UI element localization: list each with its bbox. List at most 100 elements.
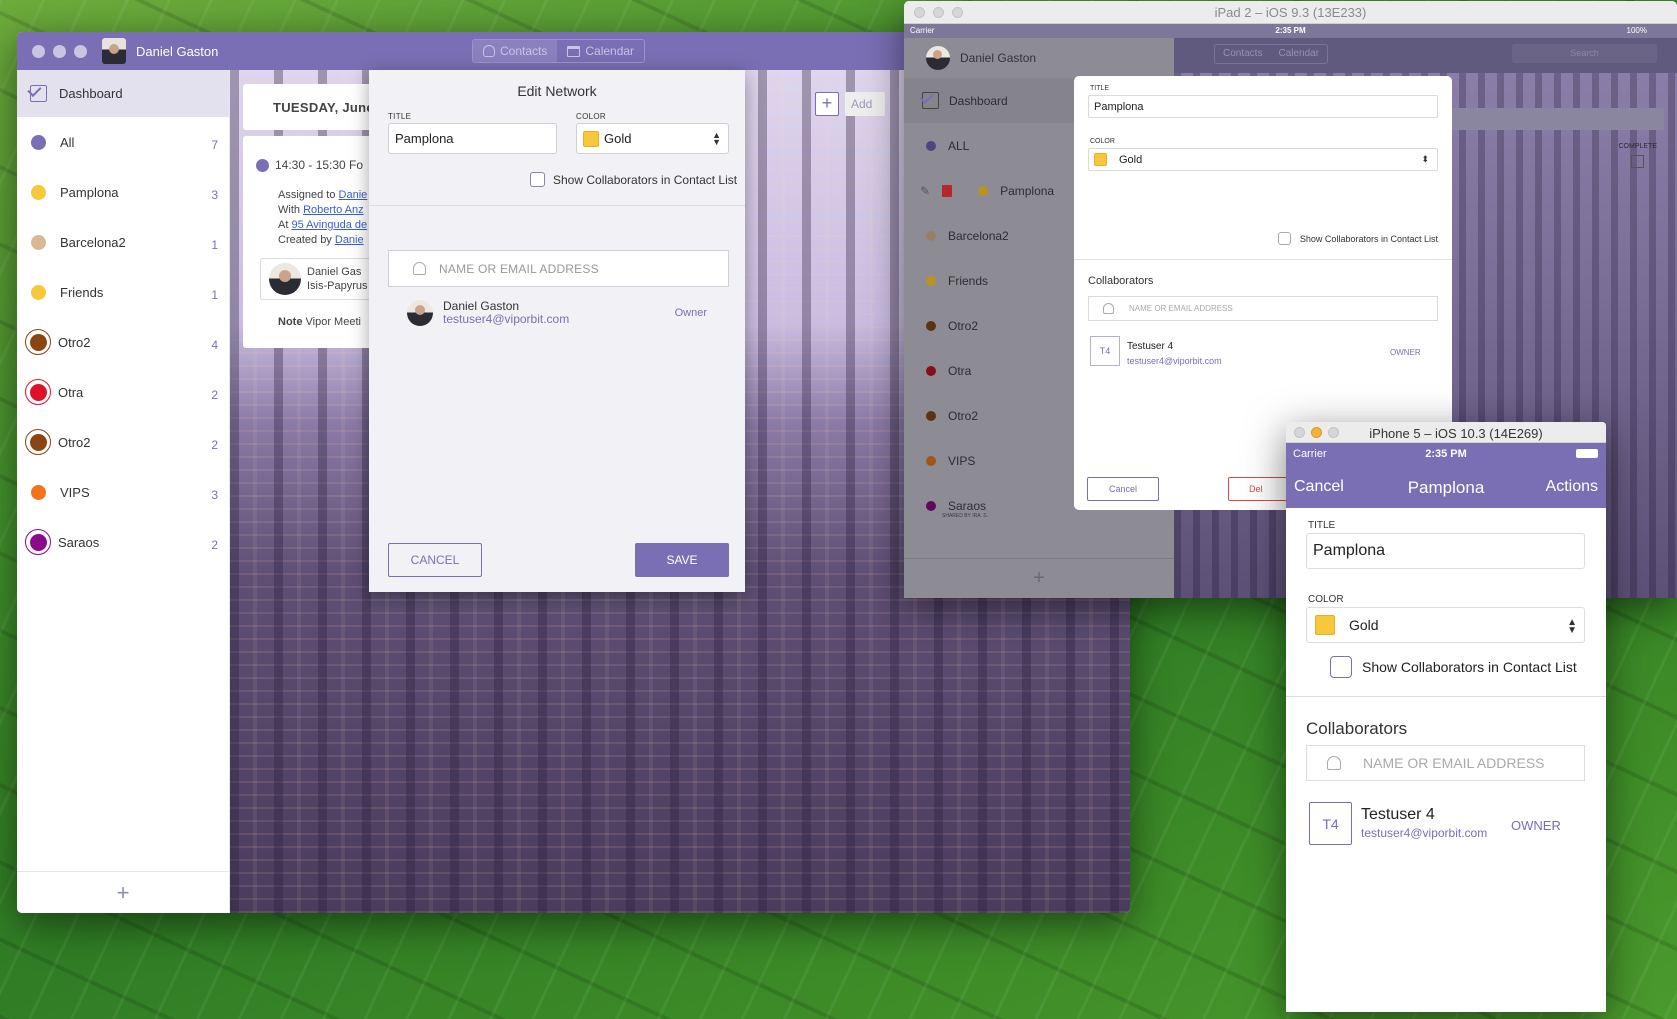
dashboard-icon [30, 85, 47, 102]
color-select[interactable]: Gold ▲ ▼ [1306, 607, 1585, 643]
sidebar-item-dashboard[interactable]: Dashboard [17, 70, 229, 117]
add-icon-button[interactable]: + [815, 92, 839, 116]
collaborator-initials-avatar: T4 [1309, 802, 1352, 845]
checkbox-label: Show Collaborators in Contact List [553, 172, 738, 187]
tab-contacts[interactable]: Contacts [473, 40, 558, 62]
sidebar-item[interactable]: VIPS 3 [17, 467, 229, 517]
assigned-label: Assigned to [278, 189, 336, 201]
window-controls [32, 44, 87, 58]
collaborator-avatar [407, 300, 433, 326]
checkbox-box[interactable] [530, 172, 545, 187]
collaborator-name: Testuser 4 [1127, 341, 1174, 352]
show-collaborators-checkbox[interactable]: Show Collaborators in Contact List [530, 172, 737, 187]
tab-contacts[interactable]: Contacts [1215, 45, 1270, 63]
sidebar-item-label: Saraos [58, 534, 100, 550]
network-color-icon [31, 134, 46, 150]
add-network-button[interactable]: + [17, 871, 229, 913]
sidebar-item[interactable]: Otro2 4 [17, 317, 229, 367]
collaborator-row[interactable]: Daniel Gaston testuser4@viporbit.com Owne… [407, 300, 707, 326]
color-select-value: Gold [604, 131, 632, 146]
simulator-title: iPhone 5 – iOS 10.3 (14E269) [1369, 426, 1543, 441]
color-select[interactable]: Gold ▲ ▼ [576, 123, 729, 154]
collaborator-email: testuser4@viporbit.com [443, 312, 570, 326]
sidebar-item-label: ALL [948, 138, 970, 153]
user-avatar[interactable] [102, 38, 126, 64]
network-color-icon [25, 379, 51, 405]
collaborator-info[interactable]: Testuser 4 testuser4@viporbit.com [1361, 805, 1487, 841]
event-card[interactable]: 14:30 - 15:30 Fo Assigned to Danie With … [243, 136, 383, 348]
checkbox-box[interactable] [1277, 232, 1291, 245]
network-color-icon [926, 230, 936, 241]
sidebar-item[interactable]: Pamplona 3 [17, 167, 229, 217]
sidebar-item[interactable]: All 7 [17, 117, 229, 167]
collaborator-initials-avatar: T4 [1090, 336, 1120, 366]
close-button[interactable] [32, 44, 45, 58]
add-network-button[interactable]: + [904, 558, 1174, 590]
add-button[interactable]: Add [845, 92, 885, 116]
select-arrows-icon: ▲ ▼ [1567, 617, 1577, 636]
color-label: COLOR [1090, 138, 1115, 145]
show-collaborators-checkbox[interactable]: Show Collaborators in Contact List [1277, 232, 1438, 245]
network-color-icon [926, 140, 936, 151]
edit-icon[interactable]: ✎ [920, 184, 930, 198]
title-input[interactable]: Pamplona [1088, 95, 1438, 118]
collaborator-info[interactable]: Testuser 4 testuser4@viporbit.com [1127, 340, 1222, 369]
tab-calendar[interactable]: Calendar [1270, 45, 1327, 63]
title-input[interactable]: Pamplona [1306, 533, 1585, 569]
location-link[interactable]: 95 Avinguda de [291, 219, 367, 231]
sidebar-item[interactable]: Friends 1 [17, 267, 229, 317]
tab-calendar[interactable]: Calendar [557, 40, 644, 62]
tab-calendar-label: Calendar [585, 44, 635, 58]
sidebar-item-label: Otro2 [948, 318, 979, 333]
sidebar-item[interactable]: Saraos 2 [17, 517, 229, 567]
user-name[interactable]: Daniel Gaston [136, 44, 218, 59]
cancel-button[interactable]: Cancel [1087, 477, 1159, 501]
collaborators-heading: Collaborators [1088, 275, 1154, 287]
simulator-title-bar: iPhone 5 – iOS 10.3 (14E269) [1286, 422, 1606, 443]
sidebar-item-label: Otro2 [58, 434, 91, 450]
save-button[interactable]: SAVE [635, 543, 729, 577]
collaborator-search-input[interactable]: NAME OR EMAIL ADDRESS [388, 250, 729, 287]
title-input[interactable]: Pamplona [388, 123, 557, 154]
contact-chip[interactable]: Daniel Gas Isis-Papyrus [260, 258, 383, 300]
search-input[interactable]: Search [1512, 44, 1657, 63]
sidebar-item-label: Otro2 [948, 408, 979, 423]
sidebar-item-label: Friends [60, 284, 104, 300]
sidebar-item-label: Barcelona2 [60, 234, 126, 250]
sidebar-item[interactable]: Otra 2 [17, 367, 229, 417]
complete-checkbox[interactable] [1631, 155, 1645, 168]
checkbox-box[interactable] [1330, 656, 1352, 678]
network-color-icon [25, 429, 51, 455]
created-label: Created by [278, 234, 332, 246]
cancel-button[interactable]: CANCEL [388, 543, 482, 577]
collaborator-search-input[interactable]: NAME OR EMAIL ADDRESS [1306, 745, 1585, 781]
trash-icon[interactable] [942, 184, 953, 197]
sidebar-item[interactable]: Barcelona2 1 [17, 217, 229, 267]
with-link[interactable]: Roberto Anz [303, 204, 364, 216]
collaborator-email: testuser4@viporbit.com [1127, 356, 1222, 366]
assigned-link[interactable]: Danie [339, 189, 368, 201]
sidebar-item[interactable]: Otro2 2 [17, 417, 229, 467]
title-label: TITLE [1090, 85, 1110, 92]
zoom-button[interactable] [74, 44, 87, 58]
created-link[interactable]: Danie [335, 234, 364, 246]
color-select[interactable]: Gold ⬍ [1088, 148, 1438, 171]
checkbox-label: Show Collaborators in Contact List [1299, 233, 1438, 244]
at-label: At [278, 219, 289, 231]
sidebar-item-count: 2 [211, 538, 218, 552]
show-collaborators-checkbox[interactable]: Show Collaborators in Contact List [1330, 656, 1577, 678]
sidebar-item-count: 3 [211, 188, 218, 202]
contact-avatar [269, 263, 301, 295]
divider [1074, 259, 1452, 260]
nav-cancel-button[interactable]: Cancel [1294, 478, 1344, 496]
complete-column: COMPLETE [1618, 143, 1657, 168]
sidebar-item-label: Dashboard [59, 86, 123, 101]
collaborator-email: testuser4@viporbit.com [1361, 826, 1488, 840]
dashboard-icon [922, 92, 939, 109]
minimize-button[interactable] [53, 44, 66, 58]
collaborator-search-input[interactable]: NAME OR EMAIL ADDRESS [1088, 296, 1438, 321]
sidebar-item-label: Saraos [948, 498, 987, 513]
battery-icon [1576, 449, 1598, 458]
nav-actions-button[interactable]: Actions [1546, 478, 1598, 496]
ipad-user-header[interactable]: Daniel Gaston [904, 38, 1174, 78]
